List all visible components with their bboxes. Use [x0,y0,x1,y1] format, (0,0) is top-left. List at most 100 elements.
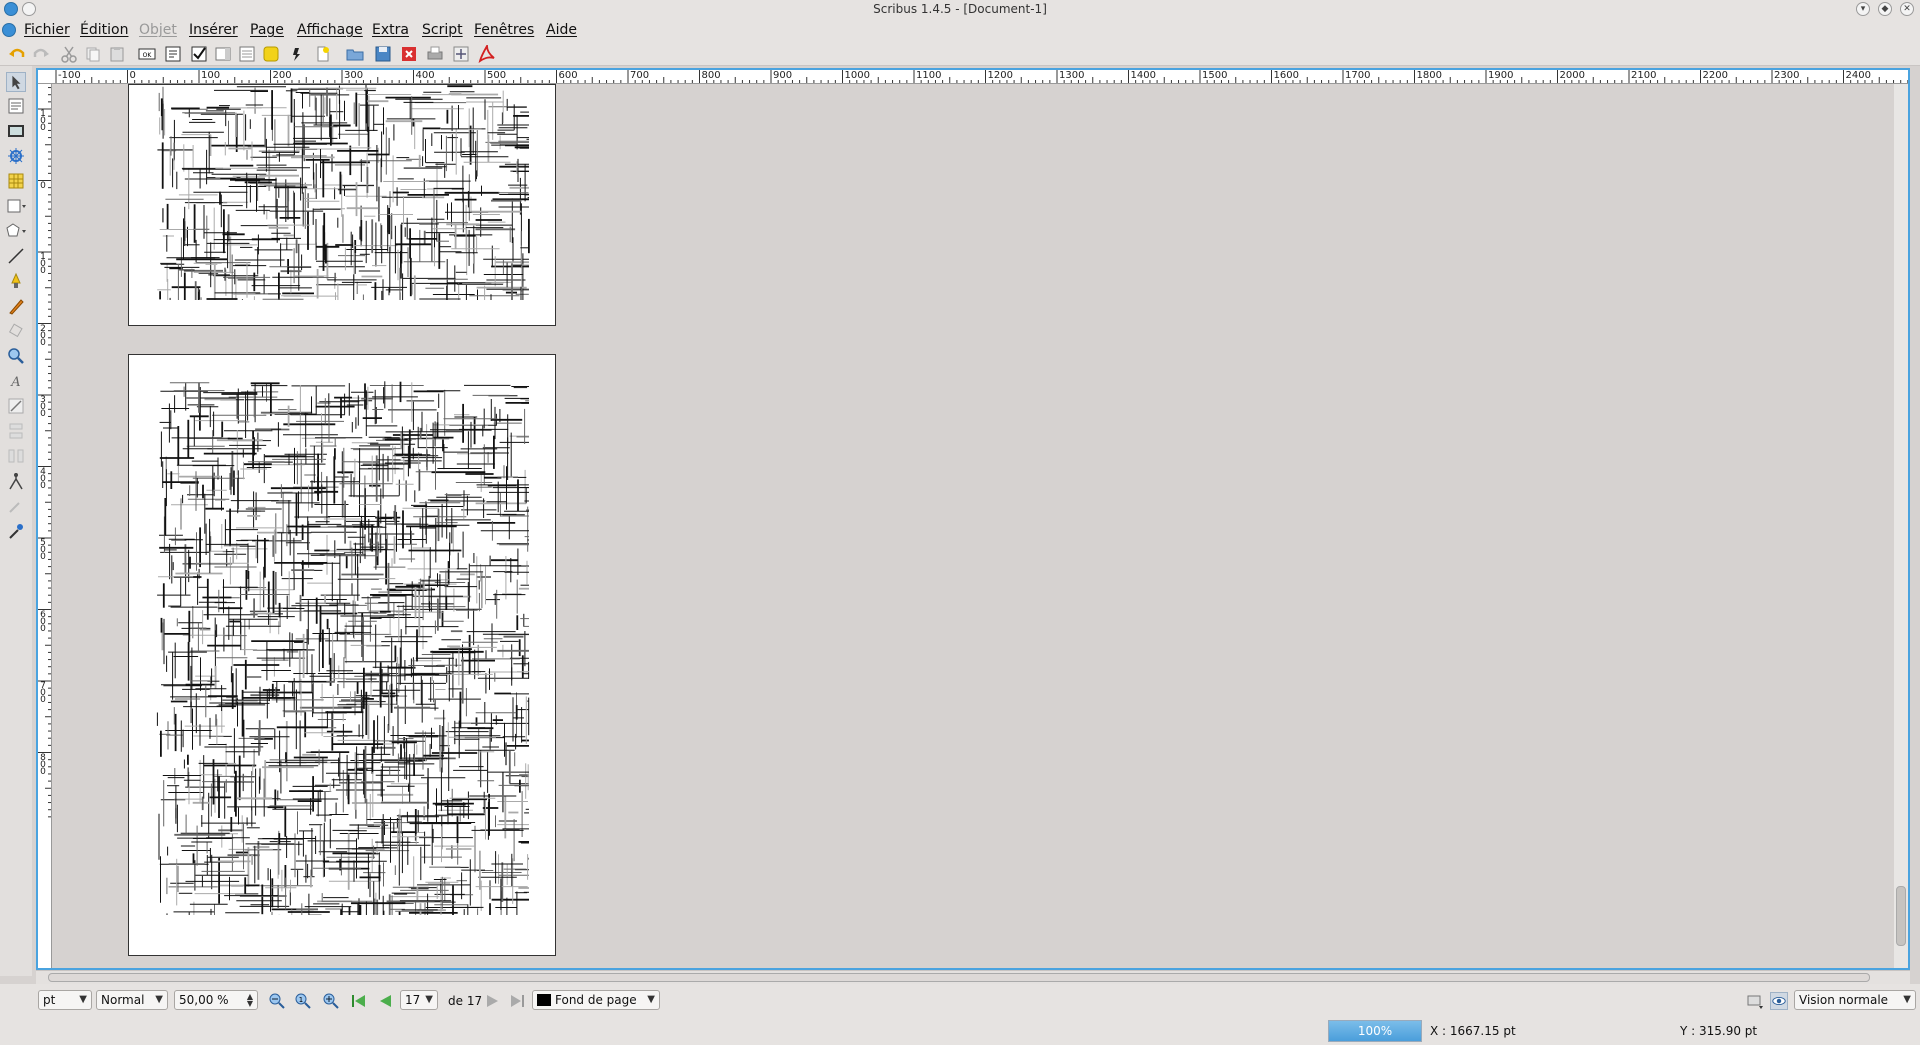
copy-icon[interactable] [84,45,102,63]
first-page-icon[interactable] [350,992,368,1010]
close-icon[interactable]: ✕ [1900,2,1914,16]
eyedropper-tool-icon[interactable] [6,521,26,541]
ruler-label: 100 [40,252,46,276]
unit-value: pt [43,993,56,1007]
menu-inserer[interactable]: Insérer [189,22,238,38]
menu-fichier[interactable]: Fichier [24,22,70,38]
svg-text:OK: OK [143,52,153,59]
zoom-input[interactable]: 50,00 % ▲ ▼ [174,990,258,1010]
link-annotation-icon[interactable] [288,45,306,63]
progress-label: 100% [1357,1024,1393,1038]
ruler-label: 800 [701,70,721,81]
edit-text-tool-icon[interactable]: A [6,371,26,391]
vertical-ruler-ticks [38,87,51,818]
ruler-label: -100 [58,70,81,81]
document-canvas[interactable]: -100 0 100 200 300 400 500 600 700 800 900 1000 1100… [36,68,1910,970]
next-page-icon[interactable] [484,992,502,1010]
ruler-label: 100 [40,109,46,133]
story-editor-tool-icon[interactable] [6,396,26,416]
shape-tool-icon[interactable] [6,196,26,216]
page-17[interactable] [128,354,556,956]
horizontal-scrollbar-thumb[interactable] [48,973,1870,982]
x-coordinate: X : 1667.15 pt [1430,1024,1516,1038]
menu-aide[interactable]: Aide [546,22,577,38]
view-mode-select[interactable]: Vision normale ▼ [1794,990,1916,1010]
print-icon[interactable] [426,45,444,63]
ruler-label: 300 [344,70,364,81]
ruler-label: 300 [40,395,46,419]
ruler-label: 1700 [1345,70,1371,81]
status-bar: pt ▼ Normal ▼ 50,00 % ▲ ▼ 1 17 ▼ de 17 Fond d… [0,984,1920,1045]
render-frame-tool-icon[interactable] [6,146,26,166]
preflight-icon[interactable] [452,45,470,63]
pdf-checkbox-icon[interactable] [190,45,208,63]
mode-value: Normal [101,993,145,1007]
link-frames-tool-icon[interactable] [6,421,26,441]
minimize-icon[interactable]: ▾ [1856,2,1870,16]
last-page-icon[interactable] [508,992,526,1010]
zoom-value: 50,00 % [179,993,229,1007]
line-tool-icon[interactable] [6,246,26,266]
copy-properties-tool-icon[interactable] [6,496,26,516]
preview-toggle-icon[interactable] [1746,992,1764,1010]
export-pdf-icon[interactable] [478,45,496,63]
menu-page[interactable]: Page [250,22,284,38]
image-frame-tool-icon[interactable] [6,121,26,141]
pdf-combobox-icon[interactable] [214,45,232,63]
page-select[interactable]: 17 ▼ [400,990,438,1010]
new-document-icon[interactable] [314,45,332,63]
text-frame-tool-icon[interactable] [6,96,26,116]
zoom-100-icon[interactable]: 1 [294,992,312,1010]
vertical-scrollbar-thumb[interactable] [1896,886,1906,946]
unlink-frames-tool-icon[interactable] [6,446,26,466]
rotate-tool-icon[interactable] [6,321,26,341]
menu-bar: Fichier Édition Objet Insérer Page Affic… [0,20,1920,42]
select-tool-icon[interactable] [6,72,26,92]
table-tool-icon[interactable] [6,171,26,191]
page-16[interactable] [128,84,556,326]
page-16-artwork [157,85,530,300]
menu-fenetres[interactable]: Fenêtres [474,22,534,38]
ruler-label: 500 [40,538,46,562]
layer-name: Fond de page [555,993,637,1007]
maximize-icon[interactable]: ◆ [1878,2,1892,16]
save-icon[interactable] [374,45,392,63]
close-document-icon[interactable] [400,45,418,63]
open-folder-icon[interactable] [346,45,364,63]
pdf-textfield-icon[interactable] [164,45,182,63]
ruler-label: 200 [40,323,46,348]
layer-select[interactable]: Fond de page ▼ [532,990,660,1010]
measure-tool-icon[interactable] [6,471,26,491]
menu-objet[interactable]: Objet [139,22,177,38]
undo-icon[interactable] [8,45,26,63]
text-annotation-icon[interactable] [262,45,280,63]
pdf-button-icon[interactable]: OK [138,45,156,63]
zoom-out-icon[interactable] [268,992,286,1010]
freehand-tool-icon[interactable] [6,296,26,316]
pdf-listbox-icon[interactable] [238,45,256,63]
ruler-label: 1000 [844,70,870,81]
ruler-label: 2300 [1774,70,1800,81]
ruler-label: 1100 [916,70,942,81]
view-mode-eye-icon[interactable] [1770,992,1788,1010]
menu-affichage[interactable]: Affichage [297,22,363,38]
mode-select[interactable]: Normal ▼ [96,990,168,1010]
zoom-tool-icon[interactable] [6,346,26,366]
paste-icon[interactable] [108,45,126,63]
unit-select[interactable]: pt ▼ [38,990,92,1010]
polygon-tool-icon[interactable] [6,221,26,241]
ruler-label: 2100 [1631,70,1657,81]
menu-edition[interactable]: Édition [80,22,128,38]
zoom-in-icon[interactable] [322,992,340,1010]
previous-page-icon[interactable] [376,992,394,1010]
vertical-ruler: 3002001000100200300400500600700800 [38,84,52,968]
bezier-tool-icon[interactable] [6,271,26,291]
ruler-label: 700 [40,681,46,705]
menu-script[interactable]: Script [422,22,463,38]
cut-icon[interactable] [60,45,78,63]
redo-icon[interactable] [32,45,50,63]
vertical-scrollbar[interactable] [1894,84,1908,968]
horizontal-scrollbar[interactable] [36,970,1910,984]
horizontal-ruler: -100 0 100 200 300 400 500 600 700 800 900 1000 1100… [38,70,1908,84]
menu-extra[interactable]: Extra [372,22,409,38]
